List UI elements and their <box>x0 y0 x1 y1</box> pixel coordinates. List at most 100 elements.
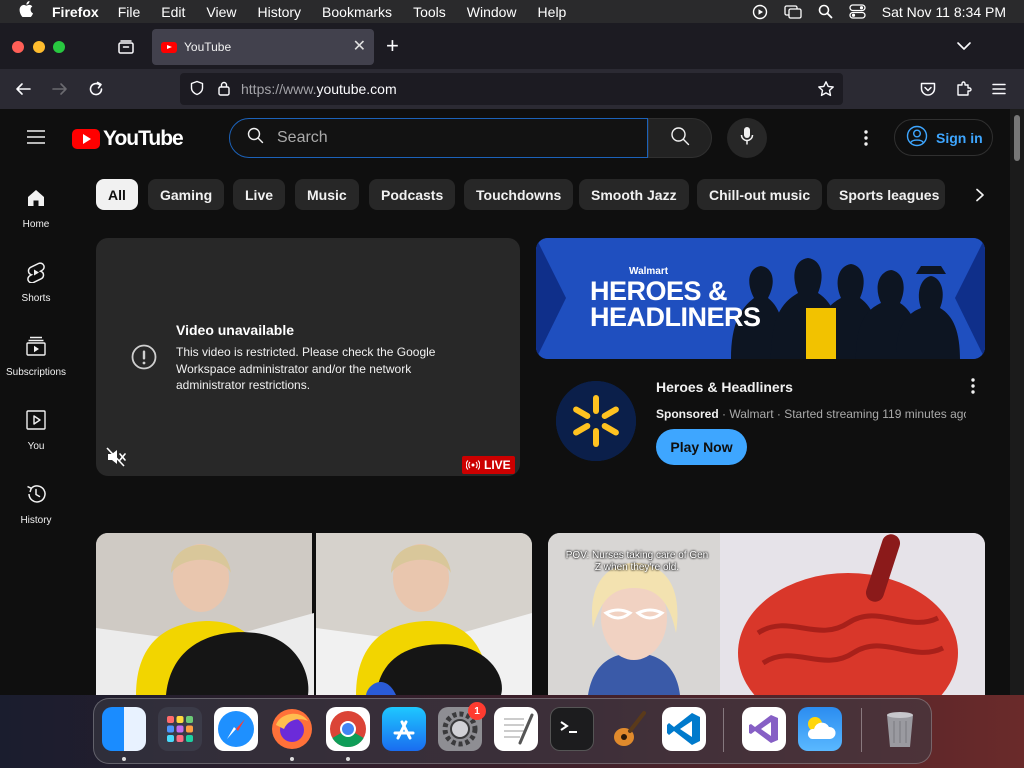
rail-item-subscriptions[interactable]: Subscriptions <box>0 335 72 378</box>
chrome-icon[interactable] <box>326 707 370 751</box>
video-thumbnail[interactable] <box>96 533 532 695</box>
ad-title[interactable]: Heroes & Headliners <box>656 379 793 395</box>
featured-video-player[interactable]: Video unavailable This video is restrict… <box>96 238 520 476</box>
live-label: LIVE <box>484 458 511 472</box>
chip-music[interactable]: Music <box>295 179 359 210</box>
rail-label: History <box>20 515 52 526</box>
menu-edit[interactable]: Edit <box>161 4 185 20</box>
sign-in-button[interactable]: Sign in <box>894 119 993 156</box>
tracking-protection-shield-icon[interactable] <box>189 80 205 99</box>
visual-studio-icon[interactable] <box>742 707 786 751</box>
firefox-icon[interactable] <box>270 707 314 751</box>
subscriptions-icon <box>25 335 47 367</box>
youtube-favicon-icon <box>161 41 177 53</box>
youtube-page: YouTube Search Sign in Home Shorts Subsc… <box>0 109 1024 695</box>
chip-gaming[interactable]: Gaming <box>148 179 225 210</box>
dock-separator <box>723 708 724 752</box>
menu-view[interactable]: View <box>206 4 236 20</box>
voice-search-button[interactable] <box>727 118 767 158</box>
sponsored-label: Sponsored <box>656 407 719 421</box>
control-center-icon[interactable] <box>849 4 866 19</box>
chip-live[interactable]: Live <box>233 179 286 210</box>
dock-separator <box>861 708 862 752</box>
garageband-guitar-icon[interactable] <box>606 707 650 751</box>
finder-icon[interactable] <box>102 707 146 751</box>
bookmark-star-icon[interactable] <box>817 80 835 101</box>
url-text[interactable]: https://www.youtube.com <box>241 81 397 97</box>
list-all-tabs-chevron-icon[interactable] <box>955 37 973 55</box>
running-indicator <box>346 757 350 761</box>
ad-more-options-icon[interactable] <box>963 375 983 397</box>
app-menu-firefox[interactable]: Firefox <box>52 4 99 20</box>
extensions-puzzle-icon[interactable] <box>955 80 973 103</box>
rail-item-you[interactable]: You <box>0 409 72 452</box>
chip-podcasts[interactable]: Podcasts <box>369 179 456 210</box>
tab-youtube[interactable]: YouTube ✕ <box>152 29 374 65</box>
chip-touchdowns[interactable]: Touchdowns <box>464 179 574 210</box>
visual-studio-code-icon[interactable] <box>662 707 706 751</box>
chip-smooth-jazz[interactable]: Smooth Jazz <box>579 179 689 210</box>
rail-item-shorts[interactable]: Shorts <box>0 261 72 304</box>
back-arrow-icon[interactable] <box>14 80 32 103</box>
pocket-icon[interactable] <box>919 80 937 103</box>
safari-icon[interactable] <box>214 707 258 751</box>
menu-tools[interactable]: Tools <box>413 4 446 20</box>
muted-speaker-icon[interactable] <box>106 447 126 472</box>
close-tab-icon[interactable]: ✕ <box>353 38 366 56</box>
sign-in-label: Sign in <box>936 129 983 146</box>
search-icon <box>670 126 690 151</box>
chips-next-chevron-icon[interactable] <box>966 181 994 209</box>
menu-bookmarks[interactable]: Bookmarks <box>322 4 392 20</box>
textedit-icon[interactable] <box>494 707 538 751</box>
launchpad-icon[interactable] <box>158 707 202 751</box>
menu-history[interactable]: History <box>257 4 301 20</box>
window-close-button[interactable] <box>12 41 24 53</box>
search-button[interactable] <box>648 118 712 158</box>
window-minimize-button[interactable] <box>33 41 45 53</box>
search-placeholder: Search <box>277 129 328 146</box>
screen-mirroring-icon[interactable] <box>784 4 802 19</box>
youtube-logo[interactable]: YouTube <box>72 127 184 151</box>
error-alert-icon <box>131 344 157 375</box>
apple-menu-icon[interactable] <box>18 1 34 22</box>
media-play-icon[interactable] <box>752 4 768 20</box>
firefox-view-icon[interactable] <box>116 37 136 57</box>
ad-banner-image[interactable]: Walmart HEROES & HEADLINERS <box>536 238 985 359</box>
search-input[interactable]: Search <box>229 118 648 158</box>
app-menu-hamburger-icon[interactable] <box>991 81 1007 102</box>
chip-sports-leagues[interactable]: Sports leagues <box>827 179 945 210</box>
menu-bar: Firefox File Edit View History Bookmarks… <box>0 0 1024 23</box>
guide-menu-icon[interactable] <box>26 129 46 145</box>
weather-icon[interactable] <box>798 707 842 751</box>
rail-item-history[interactable]: History <box>0 483 72 526</box>
page-scrollbar[interactable] <box>1010 109 1024 695</box>
tab-title: YouTube <box>184 40 232 54</box>
menubar-clock[interactable]: Sat Nov 11 8:34 PM <box>882 4 1006 20</box>
ad-meta: Sponsored · Walmart · Started streaming … <box>656 407 966 421</box>
ad-headline-line-1: HEROES & <box>590 276 728 306</box>
app-store-icon[interactable] <box>382 707 426 751</box>
menu-help[interactable]: Help <box>538 4 567 20</box>
window-zoom-button[interactable] <box>53 41 65 53</box>
spotlight-search-icon[interactable] <box>818 4 833 19</box>
settings-more-icon[interactable] <box>856 126 876 150</box>
forward-arrow-icon[interactable] <box>51 80 69 103</box>
url-bar[interactable]: https://www.youtube.com <box>180 73 843 105</box>
play-now-button[interactable]: Play Now <box>656 429 747 465</box>
rail-item-home[interactable]: Home <box>0 187 72 230</box>
new-tab-icon[interactable]: + <box>386 34 399 58</box>
trash-icon[interactable] <box>878 707 922 751</box>
chip-chill-out-music[interactable]: Chill-out music <box>697 179 823 210</box>
reload-icon[interactable] <box>87 80 105 103</box>
video-thumbnail[interactable]: POV: Nurses taking care of Gen Z when th… <box>548 533 985 695</box>
rail-label: Home <box>22 219 50 230</box>
scrollbar-thumb[interactable] <box>1014 115 1020 161</box>
account-circle-icon <box>906 125 936 150</box>
shorts-icon <box>25 261 47 293</box>
walmart-spark-logo-icon[interactable] <box>556 381 636 461</box>
chip-all[interactable]: All <box>96 179 138 210</box>
lock-icon[interactable] <box>217 80 231 99</box>
menu-window[interactable]: Window <box>467 4 517 20</box>
terminal-icon[interactable] <box>550 707 594 751</box>
menu-file[interactable]: File <box>118 4 141 20</box>
